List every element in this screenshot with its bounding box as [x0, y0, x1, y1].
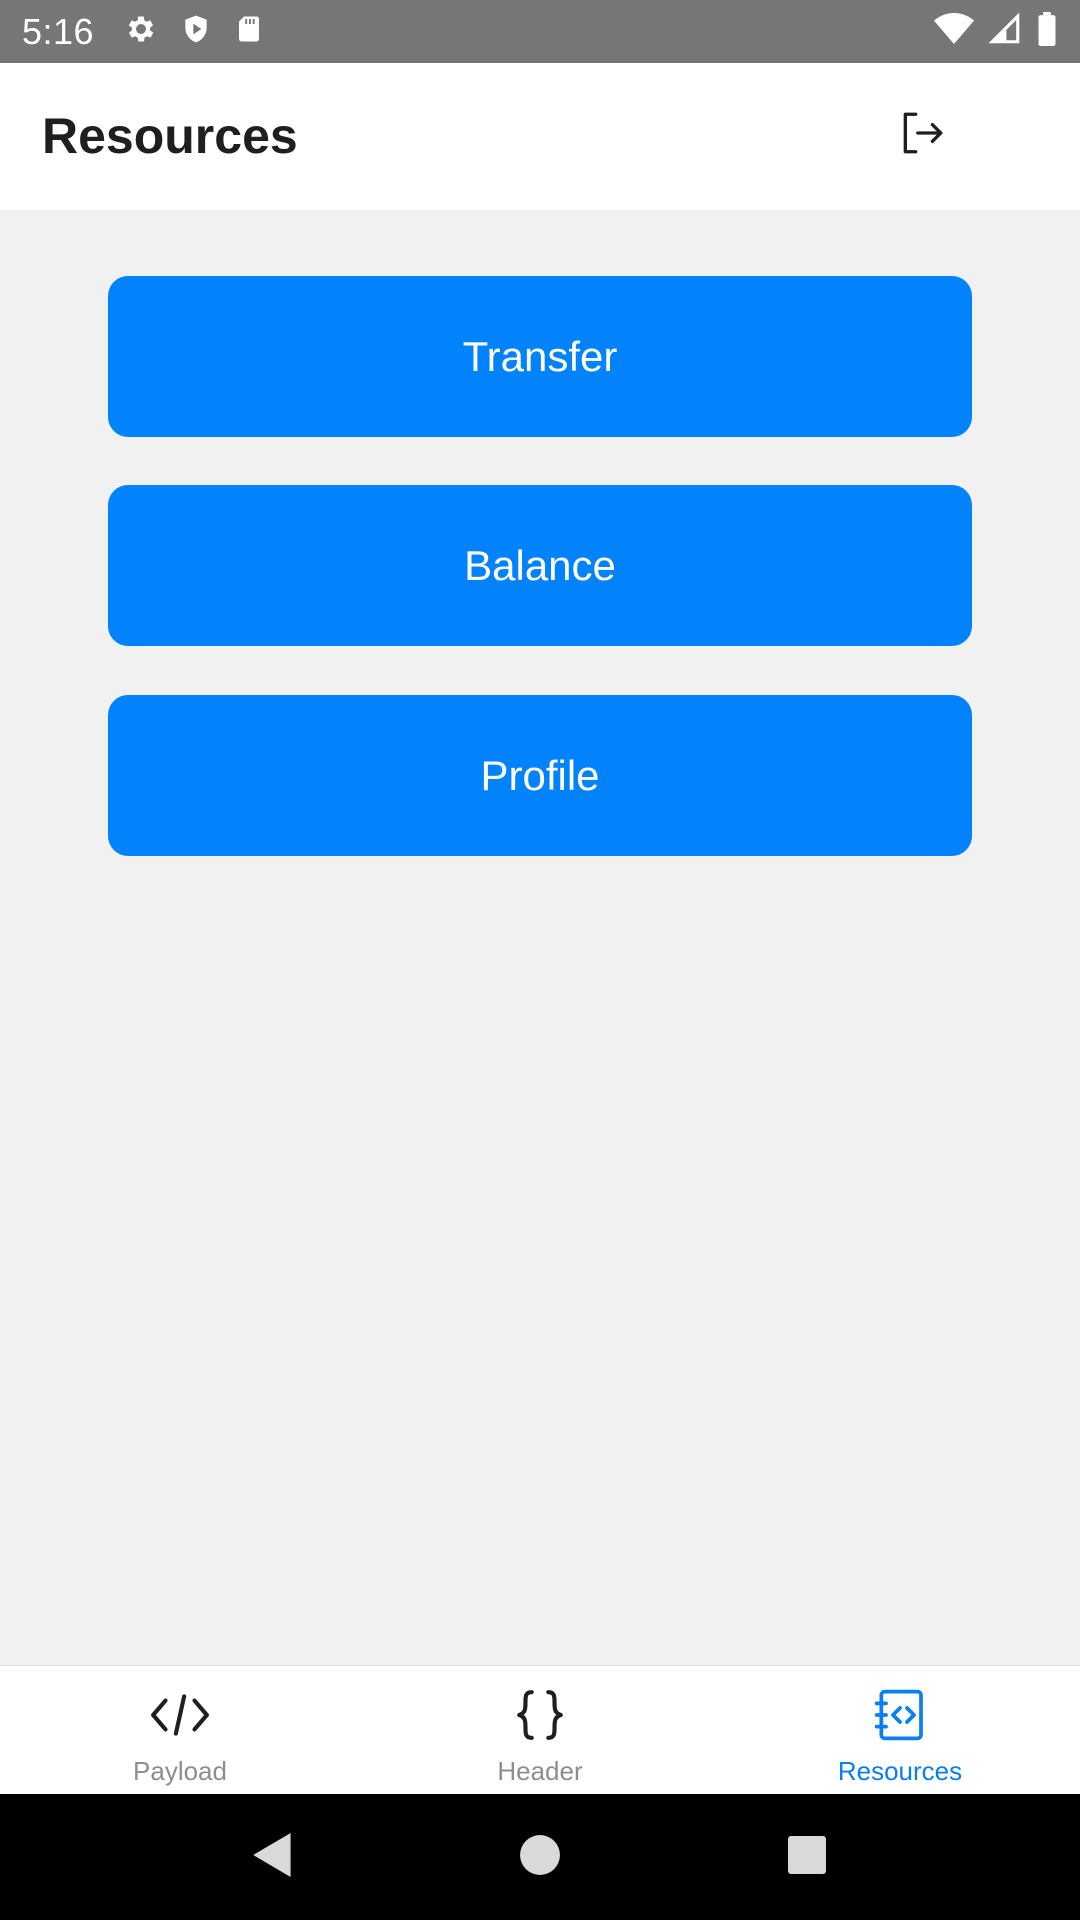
- status-left-icons: [124, 12, 264, 51]
- status-right-icons: [934, 12, 1058, 51]
- status-bar: 5:16: [0, 0, 1080, 63]
- recents-icon: [787, 1835, 827, 1880]
- tab-payload[interactable]: Payload: [0, 1666, 360, 1794]
- code-icon: [149, 1686, 211, 1744]
- resource-doc-icon: [872, 1686, 928, 1744]
- home-icon: [519, 1834, 561, 1881]
- bottom-nav: Payload Header Resources: [0, 1665, 1080, 1794]
- gear-icon: [124, 12, 158, 51]
- profile-button[interactable]: Profile: [108, 695, 972, 856]
- signal-icon: [988, 12, 1022, 51]
- logout-icon: [897, 108, 947, 163]
- balance-button[interactable]: Balance: [108, 485, 972, 646]
- home-button[interactable]: [510, 1827, 570, 1887]
- sd-card-icon: [234, 12, 264, 51]
- tab-resources[interactable]: Resources: [720, 1666, 1080, 1794]
- tab-payload-label: Payload: [133, 1756, 227, 1786]
- back-button[interactable]: [243, 1827, 303, 1887]
- battery-icon: [1036, 12, 1058, 51]
- main-content: Transfer Balance Profile: [0, 210, 1080, 1665]
- tab-header[interactable]: Header: [360, 1666, 720, 1794]
- logout-button[interactable]: [890, 103, 954, 167]
- system-nav-bar: [0, 1794, 1080, 1920]
- tab-resources-label: Resources: [837, 1756, 963, 1786]
- app-header: Resources: [0, 63, 1080, 210]
- page-title: Resources: [42, 108, 298, 164]
- transfer-button[interactable]: Transfer: [108, 276, 972, 437]
- braces-icon: [515, 1686, 565, 1744]
- wifi-icon: [934, 12, 974, 51]
- tab-header-label: Header: [497, 1756, 583, 1786]
- shield-icon: [180, 12, 212, 51]
- recents-button[interactable]: [777, 1827, 837, 1887]
- status-time: 5:16: [22, 10, 95, 52]
- back-icon: [251, 1830, 295, 1885]
